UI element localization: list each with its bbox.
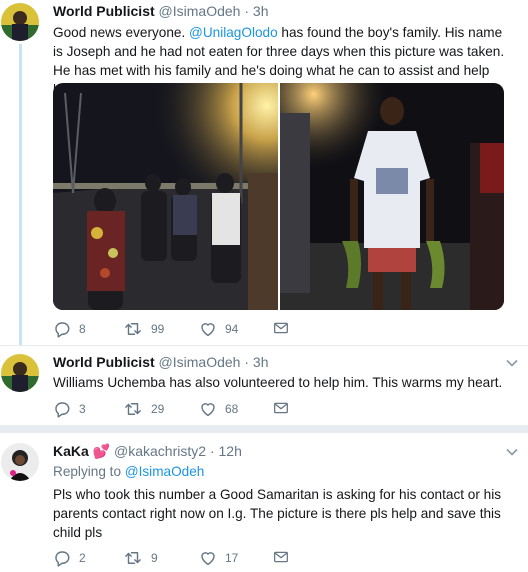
timestamp[interactable]: 3h	[253, 3, 269, 19]
photo-boy-image	[280, 83, 504, 310]
envelope-icon	[274, 402, 288, 414]
reply-count: 3	[79, 402, 86, 416]
tweet-header: KaKa 💕 @kakachristy2 · 12h	[53, 443, 242, 460]
like-action[interactable]: 68	[199, 400, 238, 418]
message-action[interactable]	[273, 320, 289, 336]
tweet-3[interactable]: KaKa 💕 @kakachristy2 · 12h Replying to @…	[0, 433, 528, 572]
photo-crowd-image	[53, 83, 278, 310]
media-grid	[53, 83, 504, 310]
retweet-count: 29	[151, 402, 165, 416]
reply-icon	[55, 322, 70, 338]
message-action[interactable]	[273, 400, 289, 416]
reply-count: 8	[79, 322, 86, 336]
reply-action[interactable]: 8	[53, 320, 86, 338]
thread-line	[19, 44, 22, 345]
retweet-count: 99	[151, 322, 165, 336]
tweet-header: World Publicist @IsimaOdeh · 3h	[53, 354, 268, 370]
reply-icon	[55, 402, 70, 418]
like-action[interactable]: 94	[199, 320, 238, 338]
photo-boy[interactable]	[280, 83, 504, 310]
envelope-icon	[274, 551, 288, 563]
tweet-text-start: Good news everyone.	[53, 25, 190, 40]
separator-dot: ·	[244, 354, 250, 370]
retweet-count: 9	[151, 551, 158, 565]
retweet-icon	[125, 403, 141, 415]
section-separator	[0, 425, 528, 433]
tweet-actions: 3 29 68	[53, 400, 353, 420]
tweet-text: Pls who took this number a Good Samarita…	[53, 487, 502, 540]
heart-icon	[201, 552, 215, 566]
like-action[interactable]: 17	[199, 549, 238, 567]
heart-emoji-icon: 💕	[92, 443, 111, 459]
mention-link[interactable]: @UnilagOlodo	[189, 25, 278, 40]
retweet-icon	[125, 323, 141, 335]
separator-dot: ·	[209, 443, 215, 459]
tweet-header: World Publicist @IsimaOdeh · 3h	[53, 3, 268, 19]
author-handle[interactable]: @IsimaOdeh	[159, 3, 241, 19]
author-name[interactable]: KaKa	[53, 443, 89, 459]
separator-dot: ·	[244, 3, 250, 19]
message-action[interactable]	[273, 549, 289, 565]
tweet-actions: 2 9 17	[53, 549, 353, 569]
tweet-actions: 8 99 94	[53, 320, 353, 340]
reply-icon	[55, 551, 70, 567]
retweet-action[interactable]: 9	[123, 549, 158, 567]
author-name[interactable]: World Publicist	[53, 354, 155, 370]
avatar[interactable]	[1, 354, 39, 392]
photo-crowd[interactable]	[53, 83, 278, 310]
envelope-icon	[274, 322, 288, 334]
like-count: 68	[225, 402, 239, 416]
author-name[interactable]: World Publicist	[53, 3, 155, 19]
heart-icon	[201, 323, 215, 337]
like-count: 94	[225, 322, 239, 336]
chevron-down-icon[interactable]	[506, 356, 518, 370]
reply-action[interactable]: 2	[53, 549, 86, 567]
heart-icon	[201, 403, 215, 417]
retweet-action[interactable]: 99	[123, 320, 164, 338]
like-count: 17	[225, 551, 239, 565]
timestamp[interactable]: 12h	[219, 443, 242, 459]
timestamp[interactable]: 3h	[253, 354, 269, 370]
avatar[interactable]	[1, 3, 39, 41]
tweet-2[interactable]: World Publicist @IsimaOdeh · 3h Williams…	[0, 346, 528, 425]
retweet-icon	[125, 552, 141, 564]
tweet-1[interactable]: World Publicist @IsimaOdeh · 3h Good new…	[0, 0, 528, 345]
retweet-action[interactable]: 29	[123, 400, 164, 418]
replying-to-link[interactable]: @IsimaOdeh	[125, 464, 205, 479]
replying-to: Replying to @IsimaOdeh	[53, 464, 204, 479]
avatar[interactable]	[1, 443, 39, 481]
author-handle[interactable]: @kakachristy2	[114, 443, 206, 459]
author-handle[interactable]: @IsimaOdeh	[159, 354, 241, 370]
chevron-down-icon[interactable]	[506, 445, 518, 459]
reply-action[interactable]: 3	[53, 400, 86, 418]
tweet-text: Williams Uchemba has also volunteered to…	[53, 375, 503, 390]
replying-prefix: Replying to	[53, 464, 125, 479]
reply-count: 2	[79, 551, 86, 565]
